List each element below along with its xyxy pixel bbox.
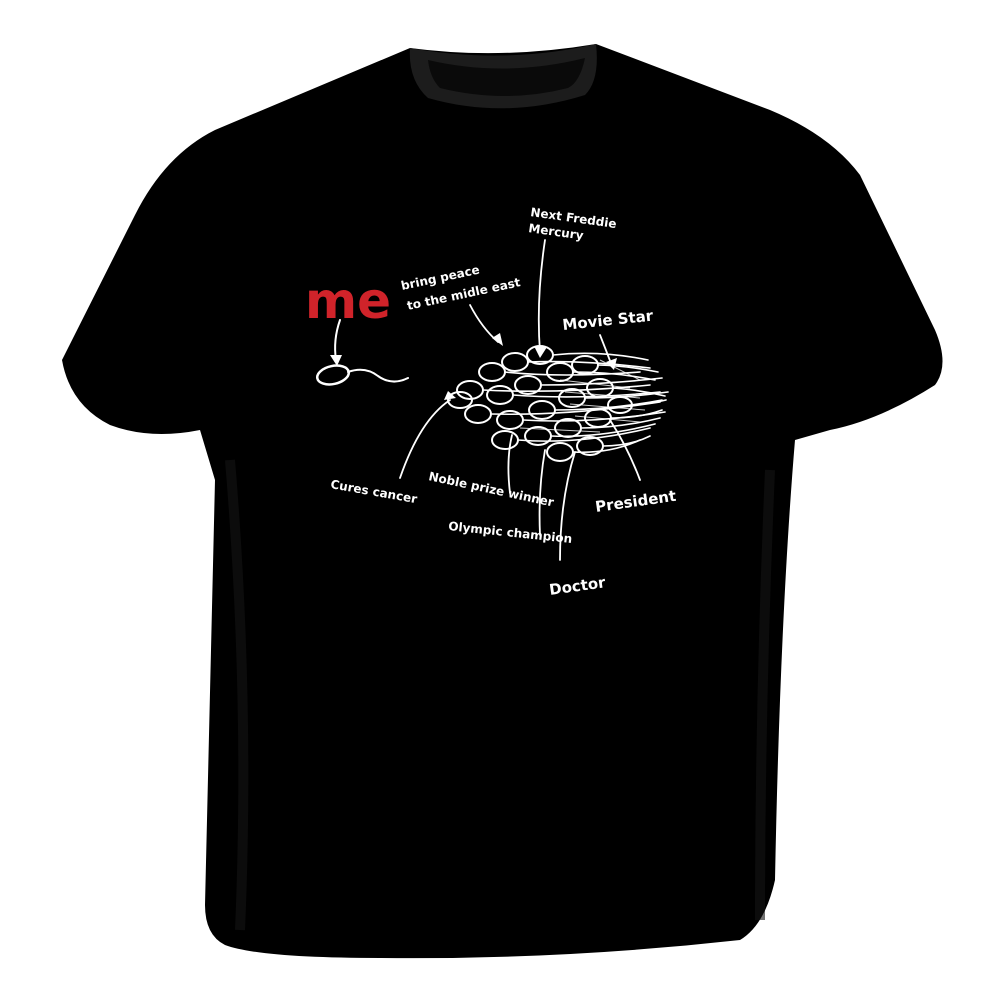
tshirt-scene: me Next Freddie Mercury bring peace to t… <box>62 44 943 959</box>
tshirt-body <box>62 44 943 959</box>
me-label: me <box>305 272 391 330</box>
